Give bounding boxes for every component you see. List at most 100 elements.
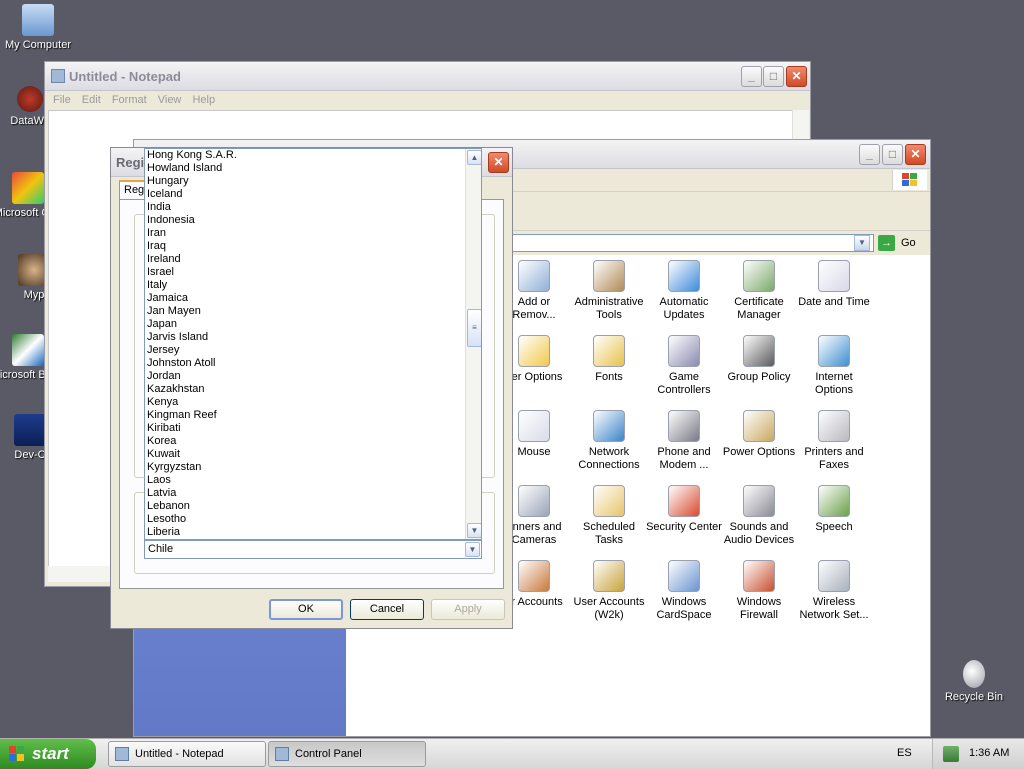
control-panel-item[interactable]: Security Center (646, 485, 722, 534)
country-option[interactable]: Lesotho (145, 513, 465, 526)
notepad-titlebar[interactable]: Untitled - Notepad _ □ ✕ (45, 62, 810, 91)
country-option[interactable]: Ireland (145, 253, 465, 266)
country-option[interactable]: Iran (145, 227, 465, 240)
country-option[interactable]: Jordan (145, 370, 465, 383)
country-list: Hong Kong S.A.R. Howland Island Hungary Ice… (145, 149, 465, 539)
control-panel-item-label: Windows Firewall (736, 596, 782, 621)
country-option[interactable]: Kingman Reef (145, 409, 465, 422)
control-panel-item[interactable]: Network Connections (571, 410, 647, 472)
ok-button[interactable]: OK (269, 599, 343, 620)
country-option[interactable]: Hong Kong S.A.R. (145, 149, 465, 162)
control-panel-item[interactable]: Game Controllers (646, 335, 722, 397)
location-dropdown-list[interactable]: Hong Kong S.A.R. Howland Island Hungary Ice… (144, 148, 482, 540)
country-option[interactable]: Israel (145, 266, 465, 279)
country-option[interactable]: Jersey (145, 344, 465, 357)
cancel-button[interactable]: Cancel (350, 599, 424, 620)
country-option[interactable]: Hungary (145, 175, 465, 188)
control-panel-item[interactable]: Administrative Tools (571, 260, 647, 322)
scroll-down-button[interactable]: ▼ (467, 523, 481, 538)
country-option[interactable]: Lebanon (145, 500, 465, 513)
country-option[interactable]: Korea (145, 435, 465, 448)
control-panel-item[interactable]: Printers and Faxes (796, 410, 872, 472)
shield-icon (668, 485, 700, 517)
country-option[interactable]: India (145, 201, 465, 214)
mouse-icon (518, 410, 550, 442)
country-option[interactable]: Jamaica (145, 292, 465, 305)
country-option[interactable]: Kenya (145, 396, 465, 409)
system-tray: 1:36 AM (932, 739, 1024, 769)
minimize-button[interactable]: _ (859, 144, 880, 165)
folder-options-icon (518, 335, 550, 367)
control-panel-item[interactable]: Date and Time (796, 260, 872, 309)
control-panel-item[interactable]: Wireless Network Set... (796, 560, 872, 622)
admin-tools-icon (593, 260, 625, 292)
control-panel-item[interactable]: User Accounts (W2k) (571, 560, 647, 622)
control-panel-item[interactable]: Scheduled Tasks (571, 485, 647, 547)
country-option[interactable]: Howland Island (145, 162, 465, 175)
address-dropdown-button[interactable]: ▼ (854, 235, 870, 251)
task-notepad[interactable]: Untitled - Notepad (108, 741, 266, 767)
control-panel-item[interactable]: Group Policy (721, 335, 797, 384)
menu-format[interactable]: Format (112, 91, 147, 110)
minimize-button[interactable]: _ (741, 66, 762, 87)
control-panel-item-label: Internet Options (815, 371, 853, 396)
task-control-panel[interactable]: Control Panel (268, 741, 426, 767)
scheduled-tasks-icon (593, 485, 625, 517)
combo-dropdown-button[interactable]: ▼ (465, 542, 480, 557)
scroll-up-button[interactable]: ▲ (467, 150, 481, 165)
control-panel-item[interactable]: Speech (796, 485, 872, 534)
maximize-button[interactable]: □ (763, 66, 784, 87)
country-option[interactable]: Kazakhstan (145, 383, 465, 396)
country-option[interactable]: Iraq (145, 240, 465, 253)
menu-help[interactable]: Help (192, 91, 215, 110)
country-option[interactable]: Jarvis Island (145, 331, 465, 344)
location-combo[interactable]: Chile ▼ (144, 540, 482, 559)
list-scrollbar[interactable]: ▲ ≡ ▼ (465, 149, 481, 539)
desktop-icon-my-computer[interactable]: My Computer (0, 4, 76, 51)
control-panel-item[interactable]: Internet Options (796, 335, 872, 397)
menu-view[interactable]: View (158, 91, 182, 110)
country-option[interactable]: Kuwait (145, 448, 465, 461)
control-panel-item[interactable]: Windows Firewall (721, 560, 797, 622)
country-option[interactable]: Iceland (145, 188, 465, 201)
country-option[interactable]: Kyrgyzstan (145, 461, 465, 474)
language-indicator[interactable]: ES (897, 747, 912, 759)
control-panel-item[interactable]: Windows CardSpace (646, 560, 722, 622)
desktop-icon-recycle-bin[interactable]: Recycle Bin (936, 660, 1012, 703)
control-panel-item[interactable]: Power Options (721, 410, 797, 459)
country-option[interactable]: Latvia (145, 487, 465, 500)
country-option[interactable]: Japan (145, 318, 465, 331)
close-button[interactable]: ✕ (905, 144, 926, 165)
control-panel-item-label: Certificate Manager (734, 296, 784, 321)
country-option[interactable]: Laos (145, 474, 465, 487)
country-option[interactable]: Indonesia (145, 214, 465, 227)
control-panel-item-label: Group Policy (727, 371, 791, 383)
control-panel-item[interactable]: Fonts (571, 335, 647, 384)
country-option[interactable]: Italy (145, 279, 465, 292)
close-button[interactable]: ✕ (488, 152, 509, 173)
control-panel-item[interactable]: Phone and Modem ... (646, 410, 722, 472)
location-combo-value: Chile (148, 543, 174, 555)
go-button[interactable]: Go (901, 235, 916, 251)
network-tray-icon[interactable] (943, 746, 959, 762)
clock[interactable]: 1:36 AM (969, 747, 1009, 759)
control-panel-item-label: Fonts (595, 371, 623, 383)
control-panel-item[interactable]: Certificate Manager (721, 260, 797, 322)
control-panel-icon (275, 747, 289, 761)
go-arrow-icon[interactable]: → (878, 235, 895, 251)
menu-edit[interactable]: Edit (82, 91, 101, 110)
close-button[interactable]: ✕ (786, 66, 807, 87)
menu-file[interactable]: File (53, 91, 71, 110)
computer-icon (22, 4, 54, 36)
country-option[interactable]: Liberia (145, 526, 465, 539)
country-option[interactable]: Johnston Atoll (145, 357, 465, 370)
control-panel-item[interactable]: Automatic Updates (646, 260, 722, 322)
datawa-icon (17, 86, 43, 112)
control-panel-item[interactable]: Sounds and Audio Devices (721, 485, 797, 547)
start-button[interactable]: start (0, 739, 96, 769)
fonts-icon (593, 335, 625, 367)
maximize-button[interactable]: □ (882, 144, 903, 165)
country-option[interactable]: Kiribati (145, 422, 465, 435)
scroll-thumb[interactable]: ≡ (467, 309, 481, 347)
country-option[interactable]: Jan Mayen (145, 305, 465, 318)
